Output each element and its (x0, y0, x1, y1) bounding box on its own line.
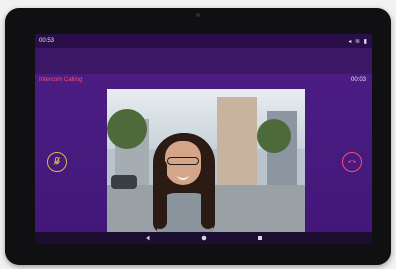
status-bar: 00:53 ◂ ≋ ▮ (35, 34, 372, 48)
end-call-button[interactable] (342, 152, 362, 172)
back-icon[interactable] (145, 235, 151, 241)
person-hair-right (201, 159, 215, 229)
video-feed (107, 89, 305, 233)
video-car (111, 175, 137, 189)
navigation-bar (35, 232, 372, 244)
microphone-off-icon (52, 153, 62, 171)
video-tree (107, 109, 147, 149)
tablet-frame: 00:53 ◂ ≋ ▮ Intercom Calling 00:03 (5, 8, 391, 265)
screen: 00:53 ◂ ≋ ▮ Intercom Calling 00:03 (35, 34, 372, 244)
call-title: Intercom Calling (39, 77, 83, 83)
call-timer: 00:03 (350, 77, 366, 83)
front-camera (196, 13, 200, 17)
home-icon[interactable] (201, 235, 207, 241)
status-time: 00:53 (39, 38, 55, 44)
person-glasses (167, 157, 199, 165)
mute-button[interactable] (47, 152, 67, 172)
status-system-icons: ◂ ≋ ▮ (348, 39, 368, 45)
person-hair-left (153, 159, 167, 229)
phone-hangup-icon (347, 153, 357, 171)
video-building (217, 97, 257, 189)
recents-icon[interactable] (257, 235, 263, 241)
video-tree (257, 119, 291, 153)
